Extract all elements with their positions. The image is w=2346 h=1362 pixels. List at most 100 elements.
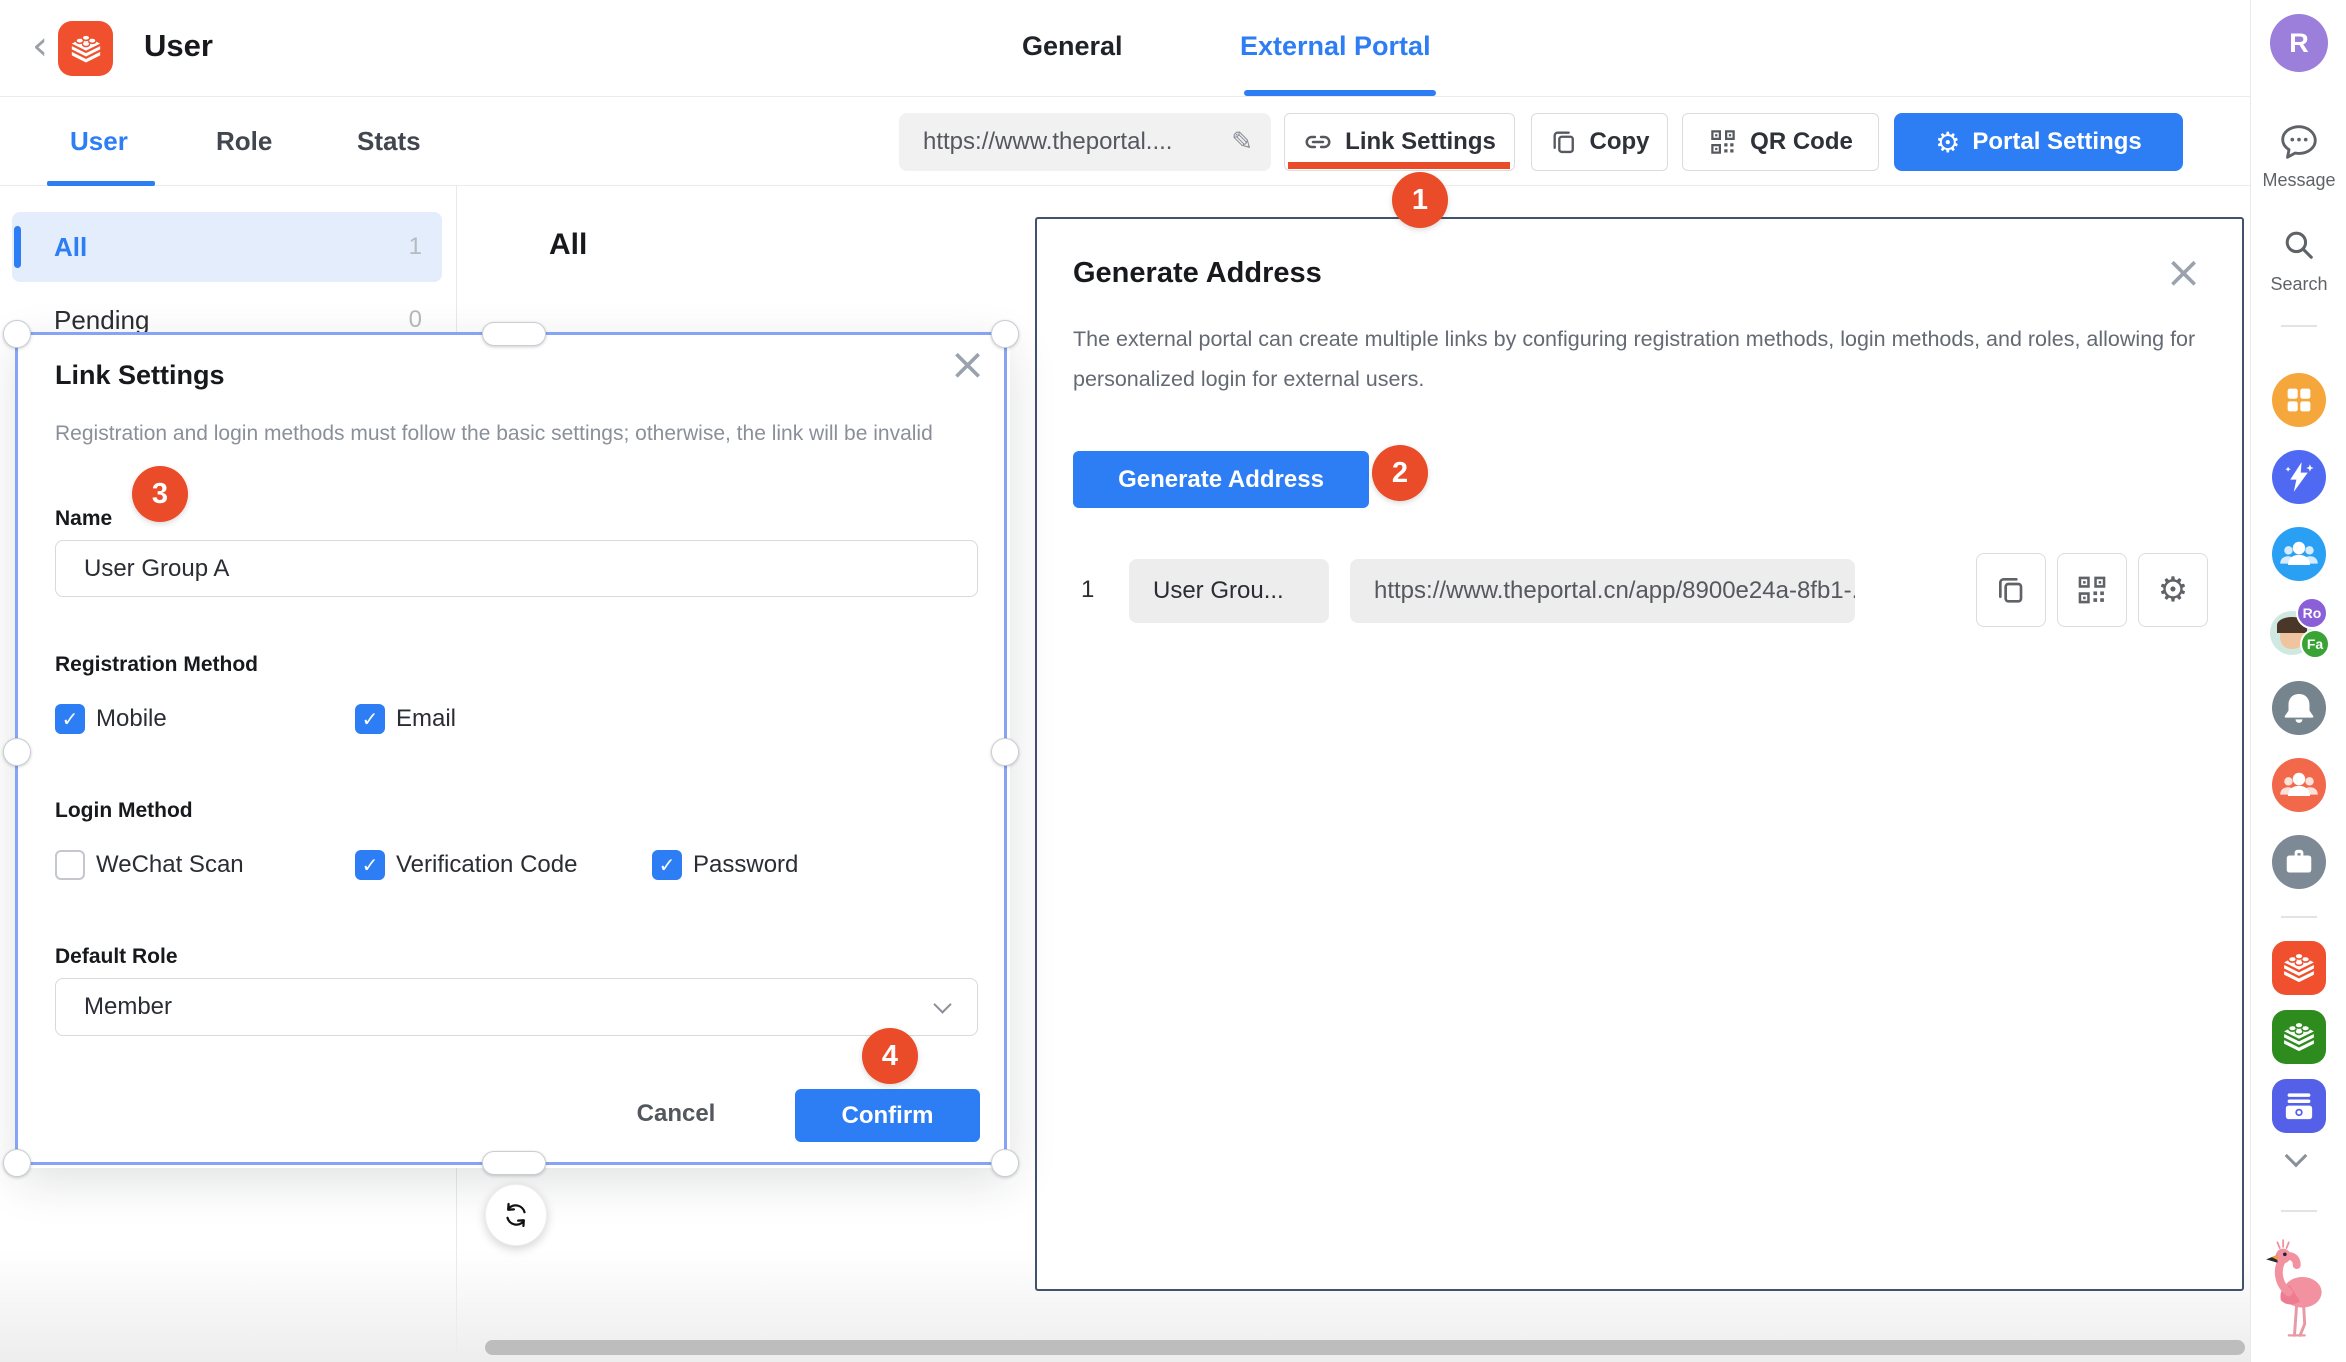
step-badge-1: 1 <box>1392 172 1448 228</box>
qr-code-label: QR Code <box>1750 128 1853 156</box>
sidebar-item-label: Pending <box>54 305 149 336</box>
app-billing-icon[interactable] <box>2272 1079 2326 1133</box>
back-chevron-icon[interactable]: ‹ <box>32 24 48 68</box>
refresh-icon <box>499 1198 533 1232</box>
selected-indicator-bar <box>14 226 21 268</box>
link-url-cell[interactable]: https://www.theportal.cn/app/8900e24a-8f… <box>1350 559 1855 623</box>
link-icon <box>1303 127 1333 157</box>
checkbox-label[interactable]: Mobile <box>96 705 167 733</box>
default-role-label: Default Role <box>55 945 178 969</box>
sidebar-item-count: 0 <box>409 306 422 334</box>
name-input[interactable] <box>55 540 978 597</box>
sidebar-item-label: All <box>54 232 87 263</box>
message-icon[interactable] <box>2276 118 2322 164</box>
tab-user[interactable]: User <box>70 126 128 157</box>
workspace-briefcase-icon[interactable] <box>2272 835 2326 889</box>
app-logo-icon <box>58 21 113 76</box>
modal-title: Link Settings <box>55 360 225 391</box>
rail-divider <box>2281 325 2317 327</box>
checkbox-label[interactable]: WeChat Scan <box>96 851 244 879</box>
search-icon[interactable] <box>2278 224 2320 266</box>
portal-url-field[interactable]: https://www.theportal.... ✎ <box>899 113 1271 171</box>
app-window: ‹ User General External Portal User Role… <box>0 0 2346 1362</box>
tab-general[interactable]: General <box>1022 31 1123 62</box>
link-name-cell[interactable]: User Grou... <box>1129 559 1329 623</box>
user-avatar[interactable]: R <box>2270 14 2328 72</box>
name-label: Name <box>55 507 112 531</box>
gear-icon: ⚙ <box>2158 570 2188 610</box>
right-rail: R Message Search Ro Fa <box>2250 0 2346 1362</box>
active-tab-underline <box>1244 90 1436 96</box>
generate-address-button[interactable]: Generate Address <box>1073 451 1369 508</box>
fa-bubble: Fa <box>2300 629 2330 659</box>
role-bubble: Ro <box>2296 597 2328 629</box>
tab-external-portal[interactable]: External Portal <box>1240 31 1431 62</box>
secondary-toolbar: User Role Stats https://www.theportal...… <box>0 97 2250 186</box>
row-copy-button[interactable] <box>1976 553 2046 627</box>
edit-pencil-icon[interactable]: ✎ <box>1231 127 1253 157</box>
tab-role[interactable]: Role <box>216 126 272 157</box>
login-method-row: WeChat Scan ✓ Verification Code ✓ Passwo… <box>18 843 1010 887</box>
checkbox-label[interactable]: Password <box>693 851 798 879</box>
modal-description: The external portal can create multiple … <box>1073 319 2213 399</box>
chevron-down-icon[interactable] <box>2285 1145 2308 1168</box>
message-label: Message <box>2251 170 2346 191</box>
app-green-brick-icon[interactable] <box>2272 1010 2326 1064</box>
qr-code-button[interactable]: QR Code <box>1682 113 1879 171</box>
checkbox-label[interactable]: Email <box>396 705 456 733</box>
step-badge-2: 2 <box>1372 445 1428 501</box>
checkbox-password[interactable]: ✓ <box>652 850 682 880</box>
copy-label: Copy <box>1590 128 1650 156</box>
external-people-icon[interactable] <box>2272 758 2326 812</box>
checkbox-wechat-scan[interactable] <box>55 850 85 880</box>
default-role-select[interactable]: Member <box>55 978 978 1036</box>
row-settings-button[interactable]: ⚙ <box>2138 553 2208 627</box>
registration-method-row: ✓ Mobile ✓ Email <box>18 697 1010 741</box>
modal-title: Generate Address <box>1073 257 1322 290</box>
refresh-button[interactable] <box>485 1184 547 1246</box>
link-url-text: https://www.theportal.cn/app/8900e24a-8f… <box>1374 577 1855 605</box>
copy-button[interactable]: Copy <box>1531 113 1668 171</box>
contacts-people-icon[interactable] <box>2272 527 2326 581</box>
content-heading: All <box>549 228 587 262</box>
registration-method-label: Registration Method <box>55 653 258 677</box>
link-settings-modal: Link Settings × Registration and login m… <box>18 335 1010 1168</box>
link-name-text: User Grou... <box>1153 577 1284 605</box>
checkbox-verification-code[interactable]: ✓ <box>355 850 385 880</box>
chevron-down-icon <box>933 995 951 1013</box>
cancel-button[interactable]: Cancel <box>616 1087 736 1140</box>
generate-address-modal: Generate Address × The external portal c… <box>1035 217 2244 1291</box>
qr-code-icon <box>1708 127 1738 157</box>
apps-grid-icon[interactable] <box>2272 373 2326 427</box>
checkbox-mobile[interactable]: ✓ <box>55 704 85 734</box>
close-icon[interactable]: × <box>949 343 986 387</box>
row-index: 1 <box>1081 553 1111 627</box>
qr-code-icon <box>2075 573 2109 607</box>
flamingo-mascot <box>2265 1232 2333 1348</box>
sidebar-item-all[interactable]: All 1 <box>12 212 442 282</box>
checkbox-label[interactable]: Verification Code <box>396 851 577 879</box>
notification-bell-icon[interactable] <box>2272 681 2326 735</box>
roles-avatar-cluster-icon[interactable]: Ro Fa <box>2270 601 2328 659</box>
modal-description: Registration and login methods must foll… <box>55 417 935 450</box>
login-method-label: Login Method <box>55 799 193 823</box>
portal-settings-button[interactable]: ⚙ Portal Settings <box>1894 113 2183 171</box>
rail-divider <box>2281 1210 2317 1212</box>
horizontal-scrollbar[interactable] <box>485 1340 2245 1355</box>
link-settings-label: Link Settings <box>1345 128 1496 156</box>
top-header: ‹ User General External Portal <box>0 0 2250 97</box>
close-icon[interactable]: × <box>2165 251 2202 295</box>
portal-url-text: https://www.theportal.... <box>923 128 1231 156</box>
automation-bolt-icon[interactable] <box>2272 450 2326 504</box>
copy-icon <box>1995 574 2027 606</box>
confirm-button[interactable]: Confirm <box>795 1089 980 1142</box>
app-red-brick-icon[interactable] <box>2272 941 2326 995</box>
annotation-underline-link-settings <box>1288 162 1510 169</box>
portal-settings-label: Portal Settings <box>1972 128 2141 156</box>
tab-stats[interactable]: Stats <box>357 126 421 157</box>
sidebar-item-count: 1 <box>409 233 422 261</box>
search-label: Search <box>2251 274 2346 295</box>
step-badge-3: 3 <box>132 466 188 522</box>
row-qr-button[interactable] <box>2057 553 2127 627</box>
checkbox-email[interactable]: ✓ <box>355 704 385 734</box>
